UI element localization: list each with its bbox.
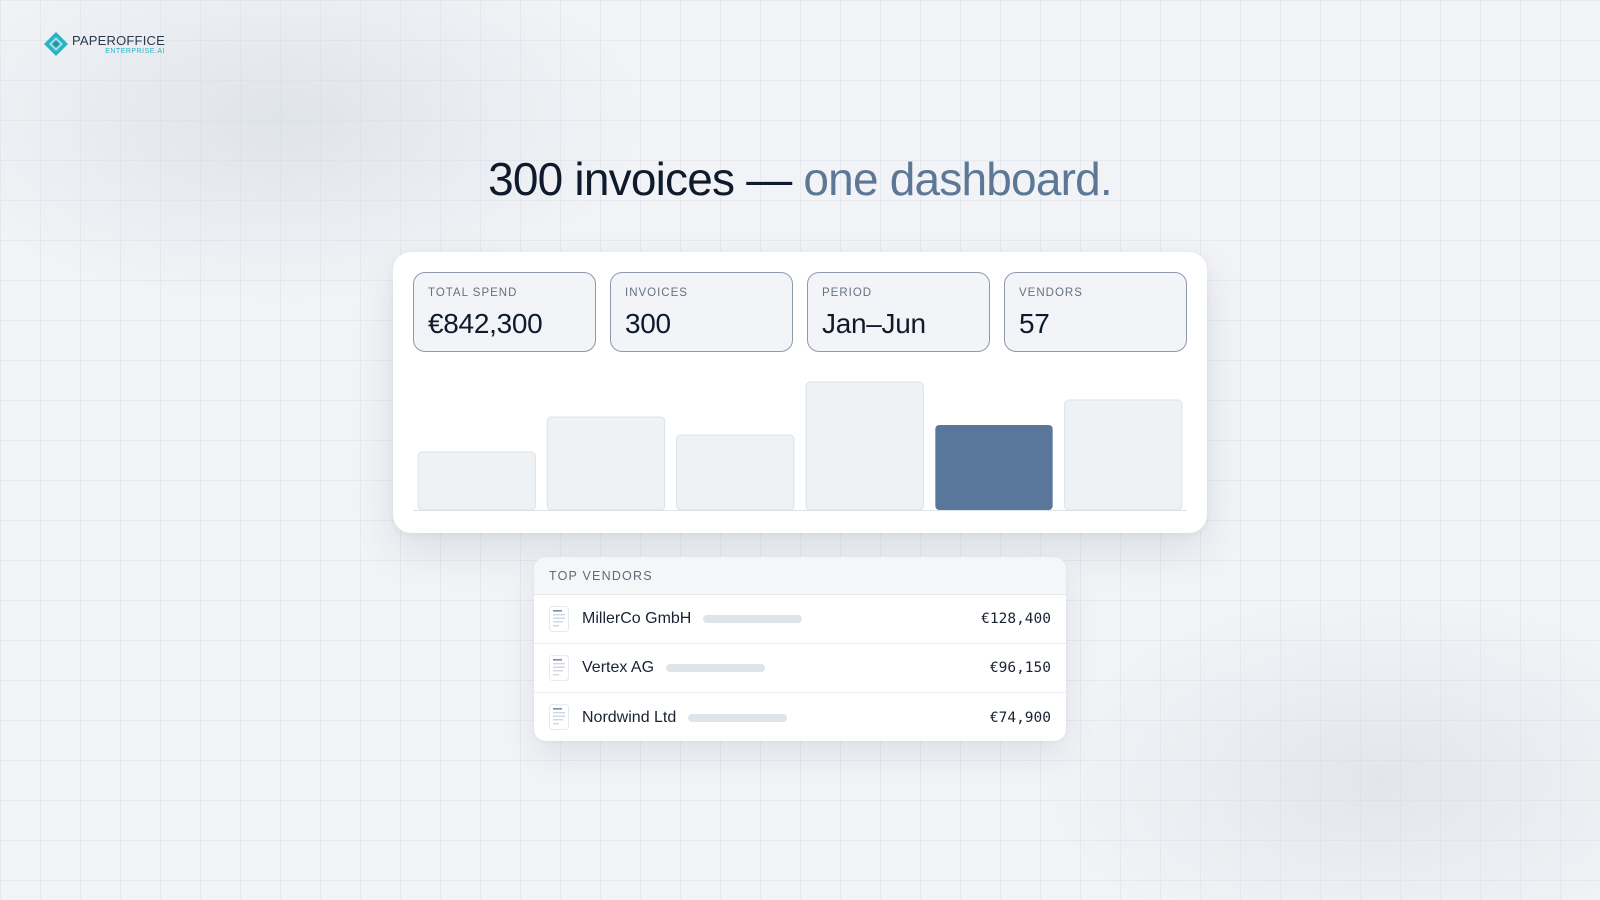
document-icon <box>549 655 569 681</box>
chart-bar-may <box>935 425 1053 510</box>
vendor-share-bar <box>666 664 765 672</box>
stat-invoices: INVOICES 300 <box>610 272 793 352</box>
vendor-name: MillerCo GmbH <box>582 610 692 627</box>
stat-value: 57 <box>1019 308 1050 339</box>
top-vendors-title: TOP VENDORS <box>534 557 1066 595</box>
stat-period: PERIOD Jan–Jun <box>807 272 990 352</box>
stat-label: PERIOD <box>822 287 873 299</box>
dashboard-card: TOTAL SPEND €842,300 INVOICES 300 PERIOD… <box>393 252 1207 533</box>
chart-bar-feb <box>546 416 666 511</box>
chart-bar-jun <box>1064 399 1183 511</box>
chart-bar-jan <box>417 451 536 511</box>
stat-label: INVOICES <box>625 287 688 299</box>
chart-bar-apr <box>805 381 924 511</box>
page-headline: 300 invoices — one dashboard. <box>0 152 1600 206</box>
stat-value: €842,300 <box>428 308 543 339</box>
bar-chart-svg <box>413 381 1187 511</box>
vendor-name: Nordwind Ltd <box>582 708 677 726</box>
vendor-row[interactable]: Nordwind Ltd €74,900 <box>534 693 1066 741</box>
top-vendors-card: TOP VENDORS MillerCo GmbH €128,400 Verte… <box>534 557 1066 741</box>
chart-bar-mar <box>676 434 795 511</box>
stat-value: 300 <box>625 308 671 339</box>
vendor-share-bar <box>688 713 787 722</box>
stat-value: Jan–Jun <box>822 308 926 339</box>
stat-label: VENDORS <box>1019 287 1083 299</box>
spend-bar-chart <box>413 380 1187 513</box>
logo-tagline: ENTERPRISE.AI <box>105 47 165 55</box>
headline-accent: one dashboard. <box>803 153 1112 205</box>
paperoffice-logo-icon <box>44 32 68 56</box>
vendor-share-bar <box>703 615 802 623</box>
vendor-row[interactable]: Vertex AG €96,150 <box>534 644 1066 693</box>
document-icon <box>549 606 569 632</box>
vendor-amount: €128,400 <box>981 611 1051 627</box>
vendor-amount: €74,900 <box>989 709 1051 726</box>
stat-label: TOTAL SPEND <box>428 287 518 299</box>
document-icon <box>549 704 569 730</box>
stat-vendors: VENDORS 57 <box>1004 272 1187 352</box>
vendor-row[interactable]: MillerCo GmbH €128,400 <box>534 595 1066 644</box>
vendor-amount: €96,150 <box>989 660 1051 676</box>
vendor-name: Vertex AG <box>582 659 655 676</box>
headline-main: 300 invoices — <box>488 153 804 205</box>
logo-name: PAPEROFFICE <box>72 32 165 48</box>
stat-total-spend: TOTAL SPEND €842,300 <box>413 272 596 352</box>
logo[interactable]: PAPEROFFICE ENTERPRISE.AI <box>42 30 165 58</box>
